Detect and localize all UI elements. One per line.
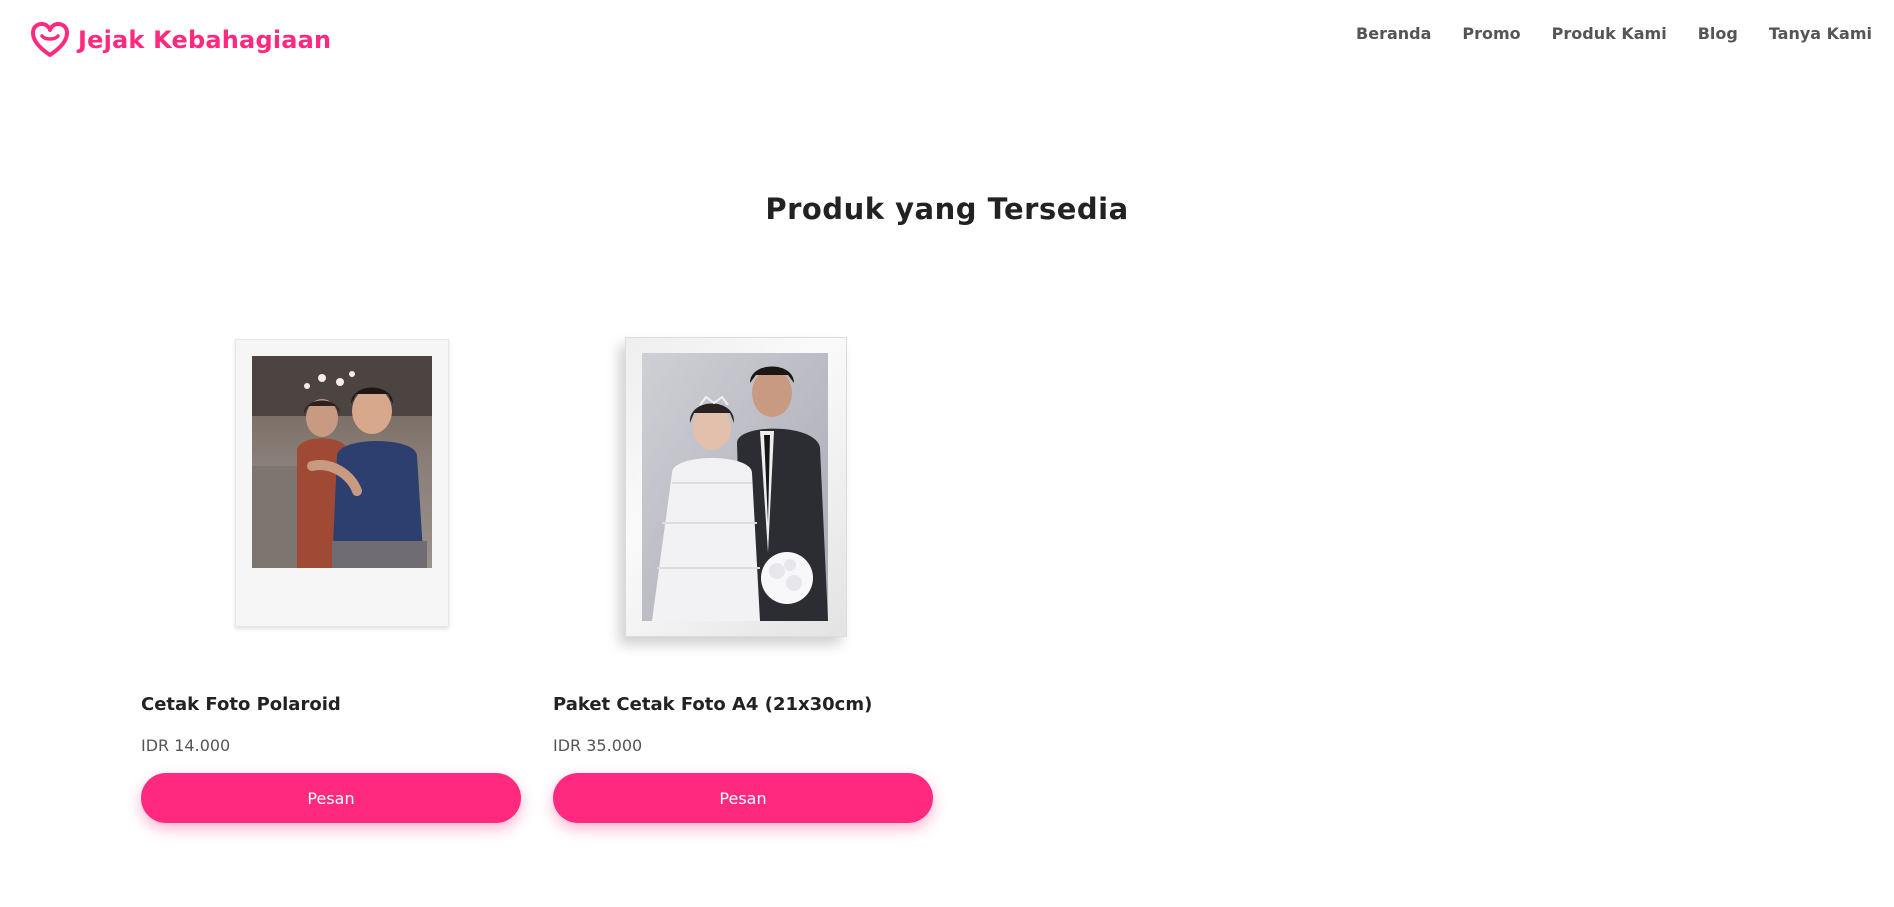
product-name[interactable]: Cetak Foto Polaroid: [141, 694, 521, 715]
nav-item-produk-kami[interactable]: Produk Kami: [1552, 24, 1667, 43]
product-price: IDR 14.000: [141, 736, 231, 755]
brand-name: Jejak Kebahagiaan: [78, 26, 332, 54]
photo-frame: [625, 337, 847, 637]
order-button[interactable]: Pesan: [141, 773, 521, 823]
product-price: IDR 35.000: [553, 736, 643, 755]
nav-item-blog[interactable]: Blog: [1698, 24, 1738, 43]
nav-item-tanya-kami[interactable]: Tanya Kami: [1769, 24, 1872, 43]
product-image[interactable]: [553, 320, 933, 660]
brand-logo[interactable]: Jejak Kebahagiaan: [30, 20, 331, 60]
nav-item-beranda[interactable]: Beranda: [1356, 24, 1431, 43]
product-image[interactable]: [141, 320, 521, 660]
section-title: Produk yang Tersedia: [765, 192, 1129, 226]
polaroid-frame: [235, 339, 449, 627]
order-button[interactable]: Pesan: [553, 773, 933, 823]
framed-wedding-photo: [642, 353, 828, 621]
heart-logo-icon: [30, 22, 70, 58]
site-header: Jejak Kebahagiaan Beranda Promo Produk K…: [0, 0, 1894, 78]
main-nav: Beranda Promo Produk Kami Blog Tanya Kam…: [1356, 24, 1872, 43]
nav-item-promo[interactable]: Promo: [1462, 24, 1520, 43]
polaroid-photo: [252, 356, 432, 568]
product-name[interactable]: Paket Cetak Foto A4 (21x30cm): [553, 694, 933, 715]
